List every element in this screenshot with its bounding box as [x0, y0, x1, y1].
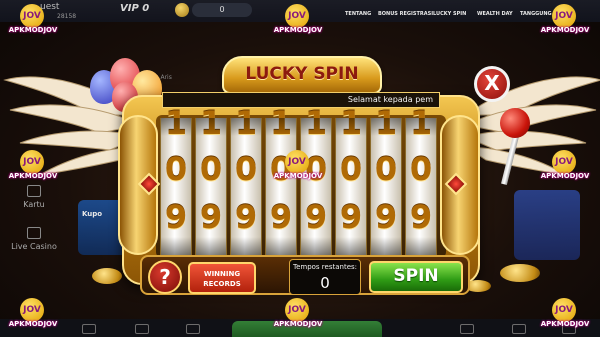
watermark-top-left: JOV APKMODJOV — [0, 4, 68, 38]
reel-shade — [371, 118, 401, 136]
reel-shade — [231, 237, 261, 255]
reel-shade — [301, 237, 331, 255]
side-item-live-casino-label: Live Casino — [11, 242, 57, 251]
reel-shade — [266, 118, 296, 136]
reel: 109 — [335, 104, 367, 255]
reel-digit-mid: 0 — [234, 150, 258, 188]
coin-balance[interactable]: 0 — [192, 3, 252, 17]
watermark-bottom-left: JOV APKMODJOV — [0, 298, 68, 332]
reel: 109 — [370, 104, 402, 255]
watermark-top-right: JOV APKMODJOV — [530, 4, 600, 38]
reel-shade — [266, 237, 296, 255]
winning-records-button[interactable]: WINNING RECORDS — [188, 262, 256, 294]
watermark-text: APKMODJOV — [8, 26, 58, 34]
reel-digit-mid: 0 — [199, 150, 223, 188]
reel: 109 — [230, 104, 262, 255]
nav-rank-icon[interactable] — [460, 324, 474, 334]
coins-right-icon — [500, 264, 540, 282]
records-line1: WINNING — [203, 270, 241, 278]
promo-lucky-spin[interactable]: LUCKY SPIN — [433, 11, 466, 17]
reel-shade — [196, 118, 226, 136]
spins-remaining-box: Tempos restantes: 0 — [289, 259, 361, 295]
winner-marquee-text: Selamat kepada pem — [347, 95, 433, 104]
reel-digit-bot: 9 — [234, 198, 258, 236]
reel: 109 — [405, 104, 437, 255]
watermark-logo-icon: JOV — [285, 4, 309, 28]
reel-shade — [406, 237, 436, 255]
coin-icon — [175, 3, 189, 17]
reel: 109 — [265, 104, 297, 255]
watermark-logo-icon: JOV — [552, 150, 576, 174]
reel: 109 — [195, 104, 227, 255]
reel-digit-mid: 0 — [164, 150, 188, 188]
nav-wallet-icon[interactable] — [135, 324, 149, 334]
reel-digit-bot: 9 — [164, 198, 188, 236]
lucky-spin-banner: LUCKY SPIN — [222, 56, 382, 94]
watermark-text: APKMODJOV — [273, 172, 323, 180]
side-item-live-casino[interactable]: Live Casino — [10, 227, 58, 251]
nav-mail-icon[interactable] — [82, 324, 96, 334]
watermark-logo-icon: JOV — [552, 4, 576, 28]
reel: 109 — [160, 104, 192, 255]
watermark-bottom-right: JOV APKMODJOV — [530, 298, 600, 332]
watermark-text: APKMODJOV — [540, 26, 590, 34]
watermark-text: APKMODJOV — [540, 320, 590, 328]
reel-shade — [371, 237, 401, 255]
reel-digit-bot: 9 — [409, 198, 433, 236]
spins-remaining-value: 0 — [320, 274, 330, 292]
vip-badge[interactable]: VIP 0 — [120, 3, 149, 14]
live-casino-icon — [27, 227, 41, 239]
promo-register-bonus[interactable]: BONUS REGISTRASI — [378, 11, 433, 17]
reel-digit-mid: 0 — [374, 150, 398, 188]
reel-shade — [406, 118, 436, 136]
reel-shade — [161, 237, 191, 255]
records-line2: RECORDS — [203, 280, 241, 288]
nav-handshake-icon[interactable] — [186, 324, 200, 334]
reel-shade — [196, 237, 226, 255]
promo-about[interactable]: TENTANG — [345, 11, 371, 17]
watermark-logo-icon: JOV — [20, 298, 44, 322]
reel-digit-bot: 9 — [304, 198, 328, 236]
nav-settings-icon[interactable] — [512, 324, 526, 334]
reel-shade — [231, 118, 261, 136]
reel-digit-bot: 9 — [339, 198, 363, 236]
watermark-mid-left: JOV APKMODJOV — [0, 150, 68, 184]
watermark-logo-icon: JOV — [285, 298, 309, 322]
lever-knob-icon[interactable] — [500, 108, 530, 138]
reel-shade — [161, 118, 191, 136]
watermark-logo-icon: JOV — [552, 298, 576, 322]
reel-digit-bot: 9 — [269, 198, 293, 236]
lobby-card-left-label: Kupo — [82, 210, 103, 218]
watermark-text: APKMODJOV — [273, 320, 323, 328]
reel-shade — [336, 237, 366, 255]
watermark-text: APKMODJOV — [8, 172, 58, 180]
watermark-mid-right: JOV APKMODJOV — [530, 150, 600, 184]
watermark-text: APKMODJOV — [8, 320, 58, 328]
reel-digit-bot: 9 — [374, 198, 398, 236]
watermark-mid-center: JOV APKMODJOV — [263, 150, 333, 184]
reel-shade — [336, 118, 366, 136]
watermark-logo-icon: JOV — [20, 150, 44, 174]
reel-digit-mid: 0 — [339, 150, 363, 188]
watermark-text: APKMODJOV — [540, 172, 590, 180]
spin-button[interactable]: SPIN — [369, 261, 463, 293]
coins-left-icon — [92, 268, 122, 284]
reel-digit-bot: 9 — [199, 198, 223, 236]
watermark-bottom-center: JOV APKMODJOV — [263, 298, 333, 332]
watermark-logo-icon: JOV — [20, 4, 44, 28]
close-button[interactable]: X — [474, 66, 510, 102]
promo-wealth-day[interactable]: WEALTH DAY — [477, 11, 513, 17]
reel-digit-mid: 0 — [409, 150, 433, 188]
spins-remaining-label: Tempos restantes: — [292, 263, 357, 271]
lucky-spin-title: LUCKY SPIN — [245, 64, 359, 84]
watermark-top-center: JOV APKMODJOV — [263, 4, 333, 38]
reel: 109 — [300, 104, 332, 255]
watermark-text: APKMODJOV — [273, 26, 323, 34]
help-button[interactable]: ? — [148, 260, 182, 294]
watermark-logo-icon: JOV — [285, 150, 309, 174]
reel-shade — [301, 118, 331, 136]
